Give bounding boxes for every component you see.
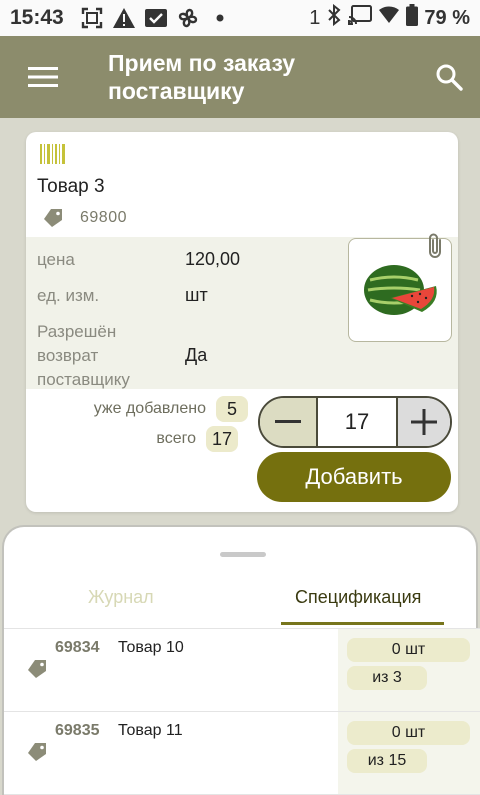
minus-icon xyxy=(275,420,301,423)
plus-icon xyxy=(411,409,437,435)
tab-specification[interactable]: Спецификация xyxy=(295,587,421,608)
row-name: Товар 10 xyxy=(118,639,184,656)
mail-check-icon xyxy=(142,4,170,32)
bottom-sheet: Журнал Спецификация 69834 Товар 10 0 шт … xyxy=(2,525,480,795)
quantity-input[interactable]: 17 xyxy=(318,398,396,446)
scan-icon xyxy=(78,4,106,32)
row-qty: 0 шт xyxy=(347,721,470,745)
row-name: Товар 11 xyxy=(118,722,183,739)
added-label: уже добавлено xyxy=(93,400,206,417)
barcode-icon xyxy=(40,144,65,164)
watermelon-image xyxy=(364,265,437,315)
status-bar: 15:43 1 79 % xyxy=(0,0,480,36)
fan-icon xyxy=(174,4,202,32)
bluetooth-icon xyxy=(326,3,342,32)
return-value: Да xyxy=(185,345,208,365)
total-count: 17 xyxy=(206,426,239,452)
decrement-button[interactable] xyxy=(260,398,318,446)
row-code: 69835 xyxy=(55,722,100,739)
tab-journal[interactable]: Журнал xyxy=(88,587,154,608)
price-value: 120,00 xyxy=(185,249,241,269)
tag-icon xyxy=(28,660,46,678)
increment-button[interactable] xyxy=(396,398,450,446)
row-of: из 15 xyxy=(347,749,427,773)
list-item[interactable]: 69834 Товар 10 0 шт из 3 xyxy=(4,629,480,711)
return-label: Разрешён возврат поставщику xyxy=(37,322,130,389)
search-icon xyxy=(436,64,463,91)
row-qty: 0 шт xyxy=(347,638,470,662)
menu-button[interactable] xyxy=(0,36,86,118)
list-item[interactable]: 69835 Товар 11 0 шт из 15 xyxy=(4,712,480,794)
page-title: Прием по заказу поставщику xyxy=(108,50,296,104)
active-tab-indicator xyxy=(281,622,444,625)
added-count: 5 xyxy=(216,396,248,422)
product-card: Товар 3 69800 цена 120,00 ед. изм. шт Ра… xyxy=(26,132,458,512)
add-button[interactable]: Добавить xyxy=(257,452,451,502)
hamburger-icon xyxy=(28,67,58,87)
attachment-icon[interactable] xyxy=(426,232,446,260)
row-code: 69834 xyxy=(55,639,100,656)
product-code: 69800 xyxy=(80,209,127,226)
price-label: цена xyxy=(37,250,75,269)
battery-level: 79 % xyxy=(424,6,470,29)
unit-value: шт xyxy=(185,285,208,305)
quantity-stepper: 17 xyxy=(258,396,452,448)
sheet-drag-handle[interactable] xyxy=(220,552,266,557)
cast-icon xyxy=(348,5,373,31)
search-button[interactable] xyxy=(418,36,480,118)
app-bar: Прием по заказу поставщику xyxy=(0,36,480,118)
product-name: Товар 3 xyxy=(37,176,105,197)
product-code-row: 69800 xyxy=(42,208,127,228)
notification-count: 1 xyxy=(309,6,321,29)
status-time: 15:43 xyxy=(10,6,64,29)
row-of: из 3 xyxy=(347,666,427,690)
dot-icon xyxy=(206,4,234,32)
tag-icon xyxy=(44,209,62,227)
unit-label: ед. изм. xyxy=(37,286,100,305)
total-label: всего xyxy=(156,430,196,447)
battery-icon xyxy=(406,4,419,32)
tag-icon xyxy=(28,743,46,761)
warning-icon xyxy=(110,4,138,32)
wifi-icon xyxy=(378,6,400,30)
